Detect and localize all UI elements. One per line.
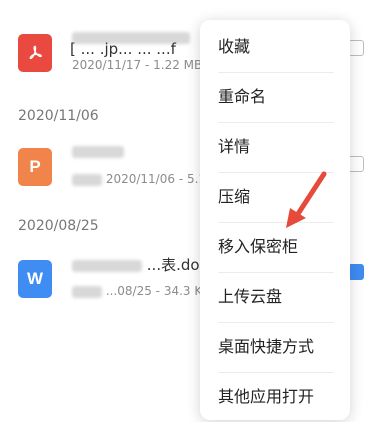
row-checkbox[interactable] xyxy=(348,156,364,172)
pdf-file-icon xyxy=(18,34,52,72)
redacted-text xyxy=(72,259,142,272)
word-file-icon: W xyxy=(18,260,52,298)
menu-item-details[interactable]: 详情 xyxy=(218,122,334,173)
date-group-header: 2020/11/06 xyxy=(18,108,99,124)
file-meta: ...08/25 - 34.3 KB xyxy=(72,284,210,298)
file-name xyxy=(72,142,124,160)
ppt-file-icon: P xyxy=(18,148,52,186)
file-meta: 2020/11/17 - 1.22 MB xyxy=(72,58,203,72)
file-name: ...表.doc xyxy=(72,254,208,275)
redacted-text xyxy=(72,145,124,158)
date-group-header: 2020/08/25 xyxy=(18,218,99,234)
redacted-text xyxy=(72,173,102,186)
annotation-arrow-icon xyxy=(286,171,327,228)
menu-item-open-with[interactable]: 其他应用打开 xyxy=(218,372,334,422)
row-checkbox-selected[interactable] xyxy=(348,264,364,280)
row-checkbox[interactable] xyxy=(348,40,364,56)
menu-item-rename[interactable]: 重命名 xyxy=(218,72,334,123)
menu-item-upload-cloud[interactable]: 上传云盘 xyxy=(218,272,334,323)
file-name: [ ... .jp... ... ...f xyxy=(70,28,190,58)
menu-item-favorite[interactable]: 收藏 xyxy=(218,22,334,73)
redacted-text xyxy=(72,285,102,298)
pdf-acrobat-icon xyxy=(29,45,42,60)
menu-item-desktop-shortcut[interactable]: 桌面快捷方式 xyxy=(218,322,334,373)
